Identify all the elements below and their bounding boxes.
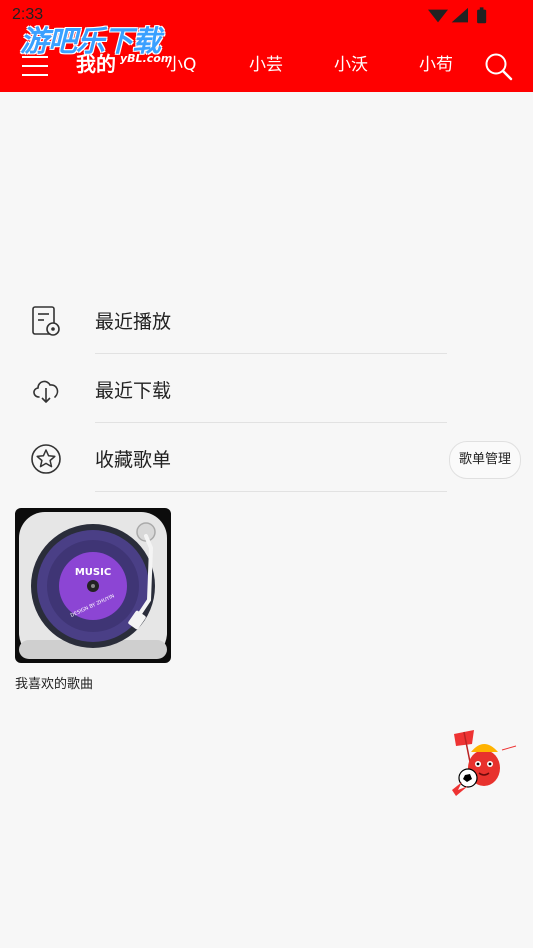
star-icon bbox=[31, 444, 61, 474]
divider bbox=[95, 491, 447, 492]
playlist-card[interactable]: MUSIC DESIGN BY ZHUYIN 我喜欢的歌曲 bbox=[15, 508, 173, 692]
tab-xiaowo[interactable]: 小沃 bbox=[334, 52, 368, 78]
menu-item-label: 收藏歌单 bbox=[95, 449, 172, 471]
search-icon[interactable] bbox=[483, 51, 513, 81]
status-icons bbox=[428, 7, 487, 24]
music-disc-icon: MUSIC DESIGN BY ZHUYIN bbox=[19, 512, 167, 659]
wifi-icon bbox=[428, 9, 448, 23]
watermark-sub: yBL.com bbox=[120, 52, 173, 65]
menu-item-label: 最近播放 bbox=[95, 311, 172, 333]
top-header: 2:33 我的 小Q 小芸 小沃 小苟 游吧乐下载 yBL.com bbox=[0, 0, 533, 92]
signal-icon bbox=[451, 7, 468, 23]
recent-play-icon bbox=[32, 306, 60, 336]
playlist-manage-button[interactable]: 歌单管理 bbox=[449, 441, 521, 479]
menu-item-recent-play[interactable]: 最近播放 bbox=[0, 285, 533, 354]
svg-text:MUSIC: MUSIC bbox=[75, 567, 111, 578]
battery-icon bbox=[477, 9, 487, 24]
tab-xiaogou[interactable]: 小苟 bbox=[419, 52, 453, 78]
cloud-download-icon bbox=[33, 380, 59, 403]
tab-xiaoyun[interactable]: 小芸 bbox=[249, 52, 283, 78]
playlist-cover: MUSIC DESIGN BY ZHUYIN bbox=[15, 508, 171, 663]
menu-item-label: 最近下载 bbox=[95, 380, 172, 402]
mascot-sticker[interactable] bbox=[446, 728, 520, 800]
menu-item-recent-download[interactable]: 最近下载 bbox=[0, 354, 533, 423]
playlist-name: 我喜欢的歌曲 bbox=[15, 677, 94, 692]
